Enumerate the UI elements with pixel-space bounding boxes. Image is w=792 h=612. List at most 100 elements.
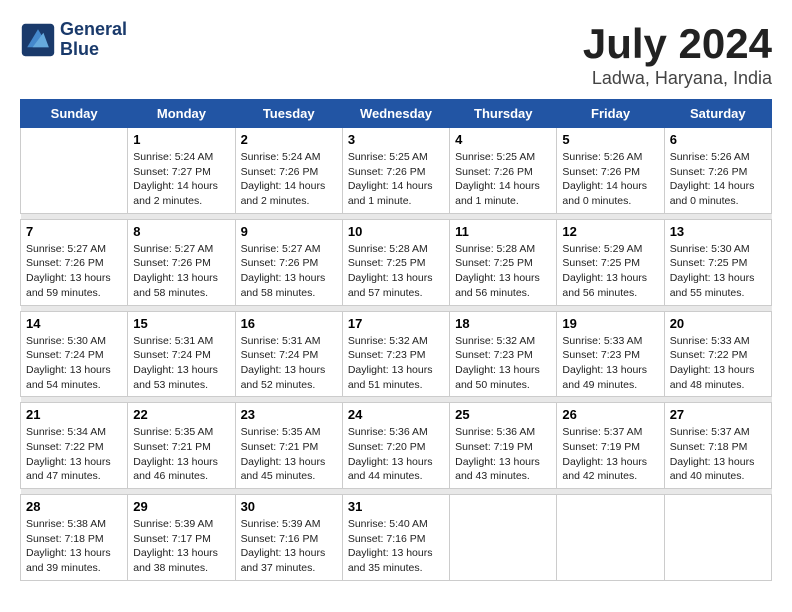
cell-info: Sunrise: 5:26 AMSunset: 7:26 PMDaylight:…	[562, 150, 658, 209]
day-number: 12	[562, 224, 658, 239]
calendar-cell: 21 Sunrise: 5:34 AMSunset: 7:22 PMDayligh…	[21, 403, 128, 489]
day-number: 22	[133, 407, 229, 422]
calendar-cell: 6Sunrise: 5:26 AMSunset: 7:26 PMDaylight…	[664, 128, 771, 214]
calendar-cell: 19Sunrise: 5:33 AMSunset: 7:23 PMDayligh…	[557, 311, 664, 397]
cell-info: Sunrise: 5:24 AMSunset: 7:27 PMDaylight:…	[133, 150, 229, 209]
calendar-cell: 26 Sunrise: 5:37 AMSunset: 7:19 PMDayligh…	[557, 403, 664, 489]
calendar-cell: 11Sunrise: 5:28 AMSunset: 7:25 PMDayligh…	[450, 219, 557, 305]
logo-icon	[20, 22, 56, 58]
day-number: 29	[133, 499, 229, 514]
day-number: 25	[455, 407, 551, 422]
cell-info: Sunrise: 5:34 AMSunset: 7:22 PMDaylight:…	[26, 425, 122, 484]
cell-info: Sunrise: 5:24 AMSunset: 7:26 PMDaylight:…	[241, 150, 337, 209]
calendar-week-5: 28 Sunrise: 5:38 AMSunset: 7:18 PMDayligh…	[21, 495, 772, 581]
calendar-cell	[557, 495, 664, 581]
header-day-saturday: Saturday	[664, 100, 771, 128]
calendar-cell: 2 Sunrise: 5:24 AMSunset: 7:26 PMDaylight…	[235, 128, 342, 214]
calendar-table: SundayMondayTuesdayWednesdayThursdayFrid…	[20, 99, 772, 581]
cell-info: Sunrise: 5:27 AMSunset: 7:26 PMDaylight:…	[241, 242, 337, 301]
calendar-cell: 3 Sunrise: 5:25 AMSunset: 7:26 PMDaylight…	[342, 128, 449, 214]
cell-info: Sunrise: 5:37 AMSunset: 7:19 PMDaylight:…	[562, 425, 658, 484]
logo-text: General Blue	[60, 20, 127, 60]
cell-info: Sunrise: 5:39 AMSunset: 7:17 PMDaylight:…	[133, 517, 229, 576]
calendar-cell: 17 Sunrise: 5:32 AMSunset: 7:23 PMDayligh…	[342, 311, 449, 397]
calendar-cell: 23 Sunrise: 5:35 AMSunset: 7:21 PMDayligh…	[235, 403, 342, 489]
calendar-cell: 9Sunrise: 5:27 AMSunset: 7:26 PMDaylight…	[235, 219, 342, 305]
header-day-tuesday: Tuesday	[235, 100, 342, 128]
cell-info: Sunrise: 5:32 AMSunset: 7:23 PMDaylight:…	[455, 334, 551, 393]
calendar-cell: 13 Sunrise: 5:30 AMSunset: 7:25 PMDayligh…	[664, 219, 771, 305]
calendar-cell: 4 Sunrise: 5:25 AMSunset: 7:26 PMDaylight…	[450, 128, 557, 214]
calendar-week-2: 7 Sunrise: 5:27 AMSunset: 7:26 PMDaylight…	[21, 219, 772, 305]
cell-info: Sunrise: 5:39 AMSunset: 7:16 PMDaylight:…	[241, 517, 337, 576]
calendar-cell: 30 Sunrise: 5:39 AMSunset: 7:16 PMDayligh…	[235, 495, 342, 581]
day-number: 27	[670, 407, 766, 422]
cell-info: Sunrise: 5:27 AMSunset: 7:26 PMDaylight:…	[26, 242, 122, 301]
calendar-cell: 29 Sunrise: 5:39 AMSunset: 7:17 PMDayligh…	[128, 495, 235, 581]
cell-info: Sunrise: 5:28 AMSunset: 7:25 PMDaylight:…	[348, 242, 444, 301]
day-number: 6	[670, 132, 766, 147]
calendar-title: July 2024	[583, 20, 772, 68]
cell-info: Sunrise: 5:35 AMSunset: 7:21 PMDaylight:…	[241, 425, 337, 484]
header-day-sunday: Sunday	[21, 100, 128, 128]
header-day-friday: Friday	[557, 100, 664, 128]
header-day-thursday: Thursday	[450, 100, 557, 128]
day-number: 21	[26, 407, 122, 422]
cell-info: Sunrise: 5:31 AMSunset: 7:24 PMDaylight:…	[133, 334, 229, 393]
calendar-cell: 27Sunrise: 5:37 AMSunset: 7:18 PMDayligh…	[664, 403, 771, 489]
calendar-cell: 1 Sunrise: 5:24 AMSunset: 7:27 PMDaylight…	[128, 128, 235, 214]
day-number: 20	[670, 316, 766, 331]
calendar-cell: 10 Sunrise: 5:28 AMSunset: 7:25 PMDayligh…	[342, 219, 449, 305]
calendar-cell: 25 Sunrise: 5:36 AMSunset: 7:19 PMDayligh…	[450, 403, 557, 489]
calendar-cell: 24Sunrise: 5:36 AMSunset: 7:20 PMDayligh…	[342, 403, 449, 489]
header-day-wednesday: Wednesday	[342, 100, 449, 128]
day-number: 4	[455, 132, 551, 147]
calendar-cell: 7 Sunrise: 5:27 AMSunset: 7:26 PMDaylight…	[21, 219, 128, 305]
calendar-cell: 12Sunrise: 5:29 AMSunset: 7:25 PMDayligh…	[557, 219, 664, 305]
cell-info: Sunrise: 5:30 AMSunset: 7:25 PMDaylight:…	[670, 242, 766, 301]
calendar-cell: 31 Sunrise: 5:40 AMSunset: 7:16 PMDayligh…	[342, 495, 449, 581]
day-number: 16	[241, 316, 337, 331]
header-day-monday: Monday	[128, 100, 235, 128]
cell-info: Sunrise: 5:38 AMSunset: 7:18 PMDaylight:…	[26, 517, 122, 576]
day-number: 30	[241, 499, 337, 514]
title-block: July 2024 Ladwa, Haryana, India	[583, 20, 772, 89]
cell-info: Sunrise: 5:36 AMSunset: 7:19 PMDaylight:…	[455, 425, 551, 484]
cell-info: Sunrise: 5:25 AMSunset: 7:26 PMDaylight:…	[455, 150, 551, 209]
day-number: 31	[348, 499, 444, 514]
day-number: 26	[562, 407, 658, 422]
day-number: 23	[241, 407, 337, 422]
calendar-cell	[450, 495, 557, 581]
cell-info: Sunrise: 5:33 AMSunset: 7:22 PMDaylight:…	[670, 334, 766, 393]
day-number: 18	[455, 316, 551, 331]
header-row: SundayMondayTuesdayWednesdayThursdayFrid…	[21, 100, 772, 128]
day-number: 11	[455, 224, 551, 239]
calendar-cell: 14Sunrise: 5:30 AMSunset: 7:24 PMDayligh…	[21, 311, 128, 397]
day-number: 7	[26, 224, 122, 239]
cell-info: Sunrise: 5:40 AMSunset: 7:16 PMDaylight:…	[348, 517, 444, 576]
day-number: 1	[133, 132, 229, 147]
calendar-cell: 18 Sunrise: 5:32 AMSunset: 7:23 PMDayligh…	[450, 311, 557, 397]
day-number: 10	[348, 224, 444, 239]
day-number: 2	[241, 132, 337, 147]
calendar-cell: 15Sunrise: 5:31 AMSunset: 7:24 PMDayligh…	[128, 311, 235, 397]
calendar-cell: 22 Sunrise: 5:35 AMSunset: 7:21 PMDayligh…	[128, 403, 235, 489]
calendar-cell: 28 Sunrise: 5:38 AMSunset: 7:18 PMDayligh…	[21, 495, 128, 581]
day-number: 17	[348, 316, 444, 331]
calendar-cell	[21, 128, 128, 214]
calendar-cell: 16Sunrise: 5:31 AMSunset: 7:24 PMDayligh…	[235, 311, 342, 397]
cell-info: Sunrise: 5:35 AMSunset: 7:21 PMDaylight:…	[133, 425, 229, 484]
day-number: 13	[670, 224, 766, 239]
day-number: 3	[348, 132, 444, 147]
day-number: 28	[26, 499, 122, 514]
cell-info: Sunrise: 5:25 AMSunset: 7:26 PMDaylight:…	[348, 150, 444, 209]
calendar-body: 1 Sunrise: 5:24 AMSunset: 7:27 PMDaylight…	[21, 128, 772, 581]
logo: General Blue	[20, 20, 127, 60]
calendar-header: SundayMondayTuesdayWednesdayThursdayFrid…	[21, 100, 772, 128]
calendar-week-4: 21 Sunrise: 5:34 AMSunset: 7:22 PMDayligh…	[21, 403, 772, 489]
cell-info: Sunrise: 5:33 AMSunset: 7:23 PMDaylight:…	[562, 334, 658, 393]
day-number: 5	[562, 132, 658, 147]
calendar-cell: 20 Sunrise: 5:33 AMSunset: 7:22 PMDayligh…	[664, 311, 771, 397]
cell-info: Sunrise: 5:32 AMSunset: 7:23 PMDaylight:…	[348, 334, 444, 393]
calendar-week-3: 14Sunrise: 5:30 AMSunset: 7:24 PMDayligh…	[21, 311, 772, 397]
